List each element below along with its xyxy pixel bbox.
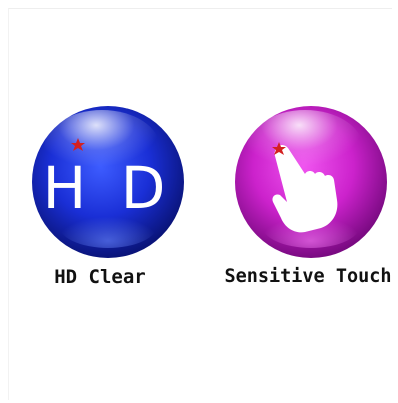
hd-icon-text: H D [43,154,174,222]
hd-orb-icon: H D [30,104,186,260]
sensitive-touch-label: Sensitive Touch [224,266,392,287]
touch-orb-icon [233,104,389,260]
feature-hd-clear: H D HD Clear [10,100,200,300]
hd-clear-label: HD Clear [54,266,146,288]
feature-sensitive-touch: Sensitive Touch [213,100,398,300]
